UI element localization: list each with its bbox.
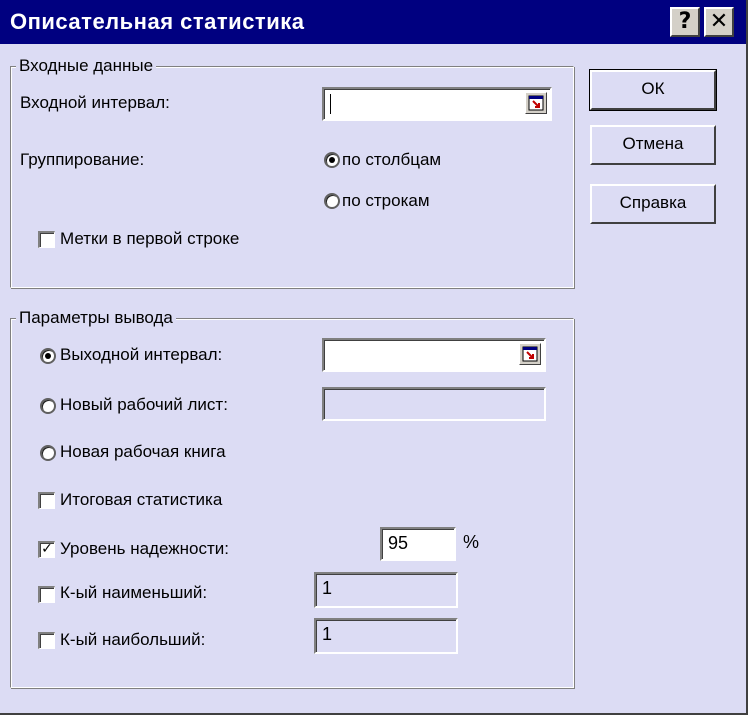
kth-largest-field[interactable]: 1 [314,618,458,654]
new-book-label[interactable]: Новая рабочая книга [60,442,226,462]
by-columns-label[interactable]: по столбцам [342,150,441,170]
title-bar[interactable]: Описательная статистика ? ✕ [0,0,746,44]
radio-by-rows[interactable] [324,193,340,209]
by-rows-label[interactable]: по строкам [342,191,430,211]
background-strip [0,715,748,727]
labels-first-row-label[interactable]: Метки в первой строке [60,229,239,249]
ok-button[interactable]: ОК [589,69,717,111]
output-range-collapse-button[interactable] [519,343,541,365]
radio-new-book[interactable] [40,445,56,461]
input-data-legend: Входные данные [16,56,157,76]
confidence-checkbox[interactable]: ✓ [38,541,55,558]
kth-largest-label[interactable]: К-ый наибольший: [60,630,205,650]
kth-smallest-checkbox[interactable] [38,586,55,603]
descriptive-statistics-dialog: Описательная статистика ? ✕ Входные данн… [0,0,748,715]
input-range-label: Входной интервал: [20,93,170,112]
help-button[interactable]: Справка [590,184,716,224]
percent-sign: % [463,532,480,552]
collapse-dialog-icon [528,95,544,111]
confidence-label[interactable]: Уровень надежности: [60,539,229,559]
kth-smallest-field[interactable]: 1 [314,572,458,608]
collapse-dialog-icon [522,346,538,362]
summary-stats-checkbox[interactable] [38,492,55,509]
close-icon: ✕ [709,9,729,34]
radio-by-columns[interactable] [324,152,340,168]
question-mark-icon: ? [678,9,692,34]
output-options-legend: Параметры вывода [16,308,176,328]
new-sheet-field[interactable] [322,387,546,421]
output-range-label[interactable]: Выходной интервал: [60,345,222,365]
radio-new-sheet[interactable] [40,398,56,414]
kth-largest-checkbox[interactable] [38,632,55,649]
kth-smallest-label[interactable]: К-ый наименьший: [60,583,207,603]
cancel-button[interactable]: Отмена [590,125,716,165]
text-caret [330,94,331,114]
summary-stats-label[interactable]: Итоговая статистика [60,490,222,510]
help-title-button[interactable]: ? [670,7,700,37]
window-title: Описательная статистика [10,9,305,34]
grouping-label: Группирование: [20,150,145,169]
input-range-field[interactable] [322,87,552,121]
close-button[interactable]: ✕ [704,7,734,37]
radio-output-range[interactable] [40,348,56,364]
output-range-field[interactable] [322,338,546,372]
confidence-level-field[interactable]: 95 [380,527,456,561]
labels-first-row-checkbox[interactable] [38,231,55,248]
input-range-collapse-button[interactable] [525,92,547,114]
new-sheet-label[interactable]: Новый рабочий лист: [60,395,228,415]
